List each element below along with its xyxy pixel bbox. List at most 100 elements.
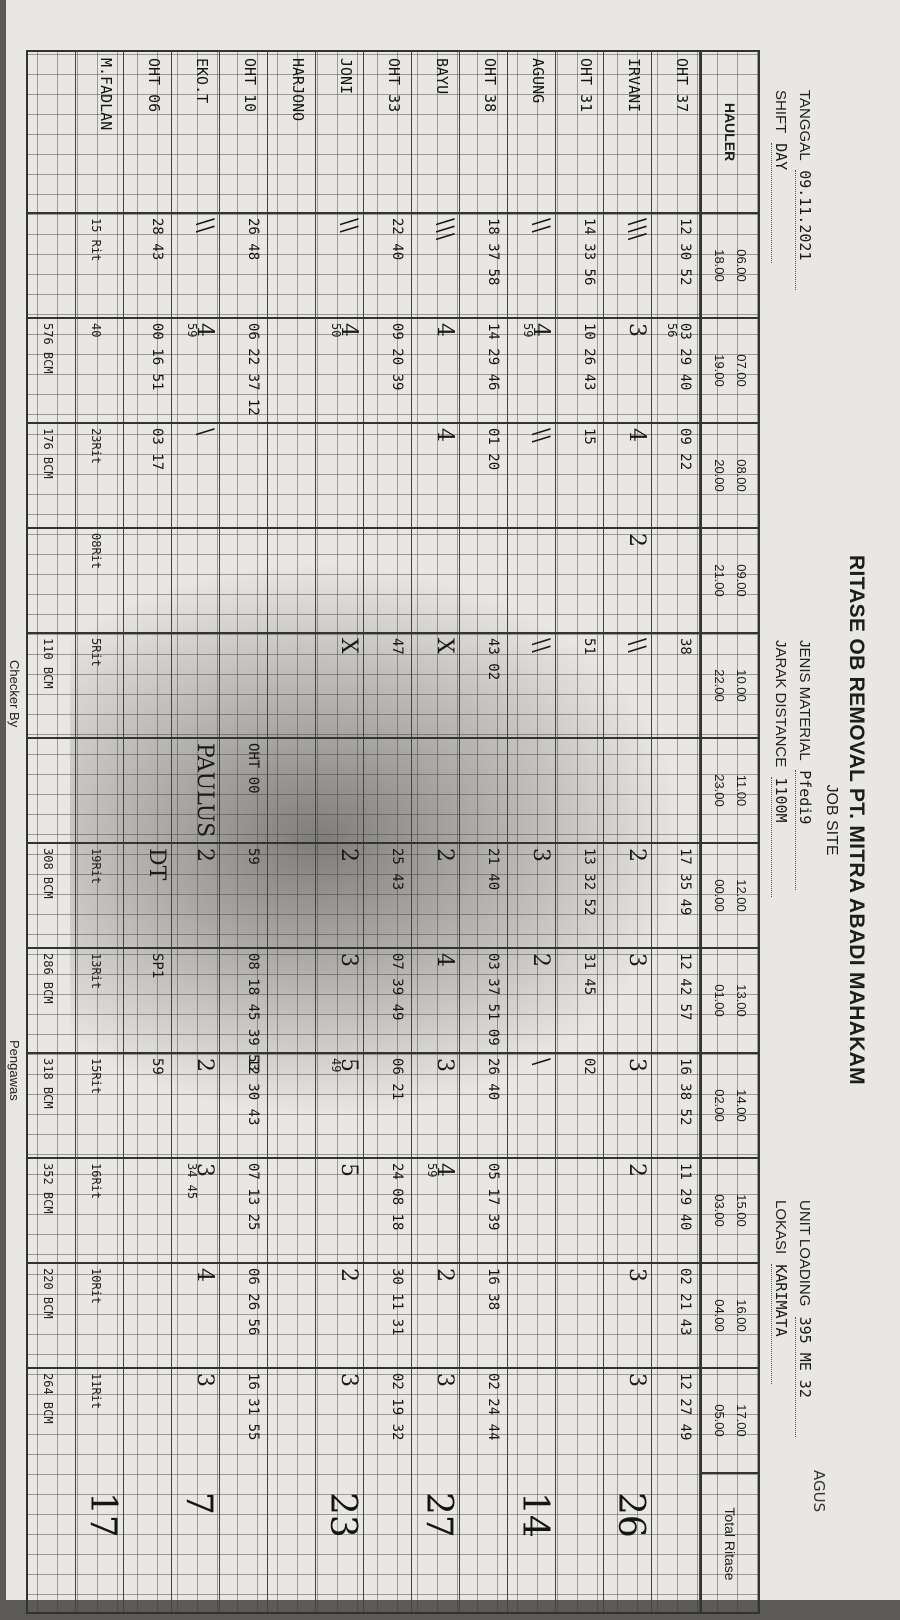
table-row: M.FADLAN 15 Rit 40 23Rit 08Rit 5Rit 19Rit 13Rit…	[75, 52, 124, 1612]
column-divider	[28, 1157, 758, 1159]
cell-note: 50	[329, 323, 343, 338]
tally-mark: \\	[192, 218, 217, 233]
ritase-form: RITASE OB REMOVAL PT. MITRA ABADI MAHAKA…	[0, 20, 880, 1620]
column-divider	[28, 212, 758, 214]
cell-note: 176 BCM	[41, 428, 55, 479]
table-row: OHT 37 12 30 52 03 29 40 56 09 22 38 17 35 49 1…	[651, 52, 700, 1612]
lokasi-field: LOKASI KARIMATA	[771, 1200, 790, 1385]
column-divider	[28, 1367, 758, 1369]
hour-day: 16.00	[734, 1299, 749, 1332]
tally-mark: \\\	[624, 218, 649, 241]
cell-note: 59	[425, 1163, 439, 1178]
column-divider	[28, 842, 758, 844]
hour-day: 08.00	[734, 459, 749, 492]
cell-note: 59	[521, 323, 535, 338]
time-entry: 15	[581, 428, 597, 445]
time-entry: 06 21	[389, 1058, 405, 1101]
tally-mark: 4	[432, 953, 457, 967]
time-entry: 03 17	[149, 428, 165, 471]
column-divider	[28, 947, 758, 949]
column-divider	[28, 1052, 758, 1054]
total-ritase: 17	[82, 1492, 123, 1538]
time-entry: 51	[581, 638, 597, 655]
tally-mark: 3	[432, 1373, 457, 1387]
hauler-name: BAYU	[433, 58, 451, 95]
unit-loading-field: UNIT LOADING 395 ME 32	[795, 1200, 814, 1437]
hour-header: 10.00 22.00	[702, 632, 758, 737]
cell-note: 286 BCM	[41, 953, 55, 1004]
cell-note: 308 BCM	[41, 848, 55, 899]
hour-night: 03.00	[712, 1194, 727, 1227]
header-rule	[700, 52, 702, 1612]
table-row: OHT 31 14 33 56 10 26 43 15 51 13 32 52 31 45 0…	[555, 52, 604, 1612]
tanggal-value: 09.11.2021	[795, 170, 814, 291]
jarak-label: JARAK DISTANCE	[772, 640, 789, 768]
tally-mark: \	[192, 428, 217, 436]
cell-note: 34 45	[185, 1163, 199, 1200]
pengawas-label: Pengawas	[7, 1040, 22, 1101]
time-entry: 18 37 58	[485, 218, 501, 286]
time-entry: 14 33 56	[581, 218, 597, 286]
table-row: JONI \\ 4 50 X 2 3 5 49 5 2 3 23	[315, 52, 364, 1612]
time-entry: 43 02	[485, 638, 501, 681]
shift-value: DAY	[771, 143, 790, 264]
time-entry: 12 42 57	[677, 953, 693, 1021]
hauler-name: OHT 38	[481, 58, 499, 113]
total-ritase: 27	[418, 1492, 459, 1538]
time-entry: 01 20	[485, 428, 501, 471]
time-entry: 38	[677, 638, 693, 655]
hour-day: 09.00	[734, 564, 749, 597]
time-entry: 05 17 39	[485, 1163, 501, 1231]
column-divider	[28, 632, 758, 634]
time-entry: 12 30 52	[677, 218, 693, 286]
time-entry: 12 27 49	[677, 1373, 693, 1441]
time-entry: 21 40	[485, 848, 501, 891]
time-entry: 02 24 44	[485, 1373, 501, 1441]
table-row: AGUNG \\ 4 59 \\ \\ 3 2 \ 14	[507, 52, 556, 1612]
column-divider	[28, 1262, 758, 1264]
hour-header: 13.00 01.00	[702, 947, 758, 1052]
tally-mark: 3	[528, 848, 553, 862]
hour-day: 07.00	[734, 354, 749, 387]
hour-day: 15.00	[734, 1194, 749, 1227]
tally-mark: 2	[528, 953, 553, 967]
time-entry: 28 43	[149, 218, 165, 261]
tanggal-field: TANGGAL 09.11.2021	[795, 90, 814, 291]
time-entry: 02 21 43	[677, 1268, 693, 1336]
tally-mark: 3	[336, 1373, 361, 1387]
column-divider	[28, 317, 758, 319]
table-row: OHT 10 26 48 06 22 37 12 OHT 00 59 08 18 45 3…	[219, 52, 268, 1612]
cell-note: 59	[185, 323, 199, 338]
tally-mark: 3	[624, 323, 649, 337]
time-entry: 07 39 49	[389, 953, 405, 1021]
tally-mark: 2	[624, 533, 649, 547]
cell-note: 56	[665, 323, 679, 338]
time-entry: 16 31 55	[245, 1373, 261, 1441]
time-entry: 26 48	[245, 218, 261, 261]
time-entry: OHT 00	[245, 743, 261, 794]
time-entry: 24 08 18	[389, 1163, 405, 1231]
time-entry: 07 13 25	[245, 1163, 261, 1231]
cell-note: 264 BCM	[41, 1373, 55, 1424]
hour-night: 20.00	[712, 459, 727, 492]
time-entry: 26 40	[485, 1058, 501, 1101]
tally-mark: 2	[192, 1058, 217, 1072]
hauler-header: HAULER	[702, 52, 758, 214]
shift-label: SHIFT	[772, 90, 789, 134]
tally-mark: 3	[624, 1058, 649, 1072]
time-entry: 22 40	[389, 218, 405, 261]
tally-mark: DT	[144, 848, 169, 881]
hour-header: 11.00 23.00	[702, 737, 758, 842]
tally-mark: \\\	[432, 218, 457, 241]
time-entry: 16 38 52	[677, 1058, 693, 1126]
hour-header: 09.00 21.00	[702, 527, 758, 632]
shift-field: SHIFT DAY	[771, 90, 790, 264]
hauler-name: OHT 06	[145, 58, 163, 113]
time-entry: 13 32 52	[581, 848, 597, 916]
hauler-name: M.FADLAN	[97, 58, 115, 131]
hour-night: 23.00	[712, 774, 727, 807]
time-entry: 03 37 51 09	[485, 953, 501, 1046]
tally-mark: PAULUS	[192, 743, 217, 838]
time-entry: 30 11 31	[389, 1268, 405, 1336]
cell-note: 220 BCM	[41, 1268, 55, 1319]
